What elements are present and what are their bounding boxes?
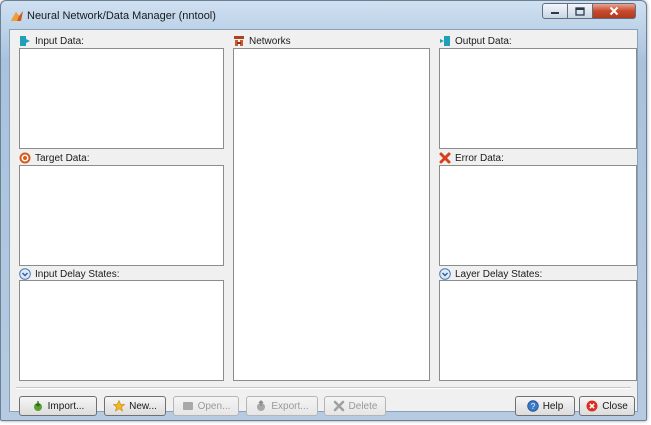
export-icon [257,400,266,411]
maximize-icon [575,6,585,16]
close-circle-icon [586,400,598,412]
target-data-label: Target Data: [19,152,89,164]
open-button[interactable]: Open... [173,396,239,416]
import-icon [33,401,42,411]
close-icon [609,6,619,16]
networks-list[interactable] [233,48,430,381]
minimize-button[interactable] [542,3,568,19]
layer-delay-states-list[interactable] [439,280,637,381]
target-icon [19,152,31,164]
error-data-list[interactable] [439,165,637,266]
window-controls [542,3,636,21]
open-label: Open... [197,400,231,412]
chevron-circle-icon [439,268,451,280]
chevron-circle-icon [19,268,31,280]
target-data-list[interactable] [19,165,224,266]
delete-button[interactable]: Delete [324,396,386,416]
new-star-icon [113,400,126,412]
input-delay-states-label-text: Input Delay States: [35,268,120,280]
import-label: Import... [47,400,85,412]
minimize-icon [551,12,559,14]
open-icon [182,402,193,410]
help-icon: ? [527,400,539,412]
close-button[interactable]: Close [579,396,635,416]
output-data-list[interactable] [439,48,637,149]
delete-label: Delete [348,400,378,412]
main-panel: Input Data: Target Data: Input Delay Sta… [9,29,638,412]
error-data-label: Error Data: [439,152,504,164]
layer-delay-states-label: Layer Delay States: [439,268,542,280]
data-arrow-icon [20,36,30,46]
import-button[interactable]: Import... [19,396,97,416]
new-button[interactable]: New... [104,396,166,416]
window-title: Neural Network/Data Manager (nntool) [27,10,216,22]
close-label: Close [602,400,628,412]
input-data-label-text: Input Data: [35,35,84,47]
matlab-icon [11,11,23,21]
networks-label: Networks [233,35,291,47]
error-cross-icon [439,152,451,164]
error-data-label-text: Error Data: [455,152,504,164]
delete-icon [333,400,344,412]
input-delay-states-list[interactable] [19,280,224,381]
networks-label-text: Networks [249,35,291,47]
help-label: Help [542,400,564,412]
target-data-label-text: Target Data: [35,152,90,164]
output-data-label: Output Data: [439,35,512,47]
output-data-label-text: Output Data: [455,35,512,47]
data-arrow-icon [440,36,450,46]
help-button[interactable]: ? Help [515,396,575,416]
input-delay-states-label: Input Delay States: [19,268,120,280]
title-bar[interactable]: Neural Network/Data Manager (nntool) [1,1,646,29]
input-data-label: Input Data: [19,35,84,47]
nntool-window: Neural Network/Data Manager (nntool) Inp… [0,0,647,421]
input-data-list[interactable] [19,48,224,149]
export-label: Export... [271,400,309,412]
close-window-button[interactable] [593,3,636,19]
svg-text:?: ? [530,402,535,411]
layer-delay-states-label-text: Layer Delay States: [455,268,543,280]
button-separator [16,387,631,389]
maximize-button[interactable] [568,3,593,19]
export-button[interactable]: Export... [246,396,318,416]
network-icon [234,36,244,46]
new-label: New... [129,400,157,412]
